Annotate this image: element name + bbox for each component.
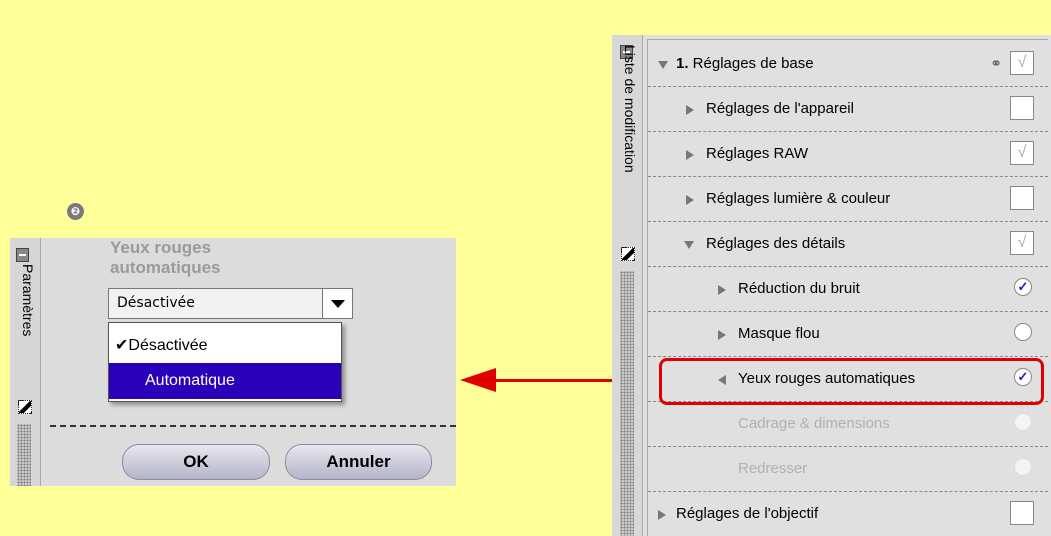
- collapsed-triangle-icon[interactable]: [658, 510, 666, 520]
- collapsed-triangle-icon[interactable]: [686, 150, 694, 160]
- list-item-label: Réglages RAW: [706, 145, 808, 162]
- link-icon[interactable]: ⚭: [990, 55, 1002, 72]
- list-item-reduction-bruit[interactable]: Réduction du bruit ✓: [648, 267, 1048, 312]
- checkbox[interactable]: √: [1010, 231, 1034, 255]
- list-item-reglages-de-base[interactable]: 1. Réglages de base ⚭ √: [648, 42, 1048, 87]
- list-item-reglages-lumiere-couleur[interactable]: Réglages lumière & couleur: [648, 177, 1048, 222]
- red-eye-select[interactable]: Désactivée: [108, 288, 353, 319]
- list-item-label: Réglages lumière & couleur: [706, 190, 891, 207]
- list-item-label: Masque flou: [738, 325, 820, 342]
- collapsed-triangle-icon[interactable]: [686, 195, 694, 205]
- list-item-text: Réglages de base: [688, 55, 814, 72]
- radio-button[interactable]: [1014, 413, 1032, 431]
- checkbox[interactable]: √: [1010, 51, 1034, 75]
- divider: [50, 425, 456, 427]
- drag-grip[interactable]: [17, 424, 31, 486]
- chevron-down-icon[interactable]: [322, 289, 352, 318]
- expanded-triangle-icon[interactable]: [658, 61, 668, 69]
- cancel-button[interactable]: Annuler: [285, 444, 432, 480]
- checkbox[interactable]: [1010, 501, 1034, 525]
- edit-list: 1. Réglages de base ⚭ √ Réglages de l'ap…: [647, 39, 1048, 536]
- checkbox[interactable]: [1010, 96, 1034, 120]
- list-item-label: 1. Réglages de base: [676, 55, 814, 72]
- ok-button[interactable]: OK: [122, 444, 270, 480]
- highlight-box: [659, 358, 1044, 405]
- resize-corner-icon[interactable]: [18, 400, 32, 414]
- radio-button[interactable]: [1014, 458, 1032, 476]
- expanded-triangle-icon[interactable]: [684, 241, 694, 249]
- section-title-line1: Yeux rouges: [110, 238, 212, 257]
- section-title: Yeux rouges automatiques: [110, 238, 310, 278]
- edit-list-panel-label: Liste de modification: [622, 45, 638, 173]
- list-item-reglages-objectif[interactable]: Réglages de l'objectif: [648, 492, 1048, 536]
- list-item-label: Réglages des détails: [706, 235, 846, 252]
- drag-grip[interactable]: [620, 271, 634, 536]
- edit-list-side-strip: Liste de modification: [612, 35, 643, 536]
- radio-button[interactable]: [1014, 323, 1032, 341]
- list-item-reglages-raw[interactable]: Réglages RAW √: [648, 132, 1048, 177]
- collapsed-triangle-icon[interactable]: [718, 330, 726, 340]
- list-item-cadrage-dimensions[interactable]: Cadrage & dimensions: [648, 402, 1048, 447]
- marker-2: ❷: [67, 203, 84, 220]
- dropdown-menu: ✔Désactivée Automatique: [108, 322, 342, 402]
- resize-corner-icon[interactable]: [621, 247, 635, 261]
- list-item-label: Cadrage & dimensions: [738, 415, 890, 432]
- dropdown-option-desactivee[interactable]: ✔Désactivée: [109, 327, 347, 363]
- checkbox[interactable]: [1010, 186, 1034, 210]
- list-item-redresser[interactable]: Redresser: [648, 447, 1048, 492]
- edit-list-panel: Liste de modification 1. Réglages de bas…: [612, 35, 1051, 536]
- parametres-dialog: Paramètres Yeux rouges automatiques Désa…: [10, 238, 456, 486]
- list-item-masque-flou[interactable]: Masque flou: [648, 312, 1048, 357]
- parametres-panel-label: Paramètres: [20, 264, 36, 337]
- collapsed-triangle-icon[interactable]: [686, 105, 694, 115]
- checkbox[interactable]: √: [1010, 141, 1034, 165]
- list-item-reglages-appareil[interactable]: Réglages de l'appareil: [648, 87, 1048, 132]
- list-item-label: Réglages de l'appareil: [706, 100, 854, 117]
- list-item-label: Redresser: [738, 460, 808, 477]
- list-item-label: Réglages de l'objectif: [676, 505, 819, 522]
- collapse-icon[interactable]: [16, 248, 29, 262]
- list-item-number: 1.: [676, 55, 689, 72]
- callout-arrow-head: [460, 368, 496, 392]
- radio-button[interactable]: ✓: [1014, 278, 1032, 296]
- select-value: Désactivée: [117, 295, 195, 311]
- list-item-label: Réduction du bruit: [738, 280, 860, 297]
- list-item-reglages-details[interactable]: Réglages des détails √: [648, 222, 1048, 267]
- dropdown-option-automatique[interactable]: Automatique: [109, 363, 341, 399]
- parametres-side-strip: Paramètres: [10, 238, 41, 486]
- collapsed-triangle-icon[interactable]: [718, 285, 726, 295]
- section-title-line2: automatiques: [110, 258, 221, 277]
